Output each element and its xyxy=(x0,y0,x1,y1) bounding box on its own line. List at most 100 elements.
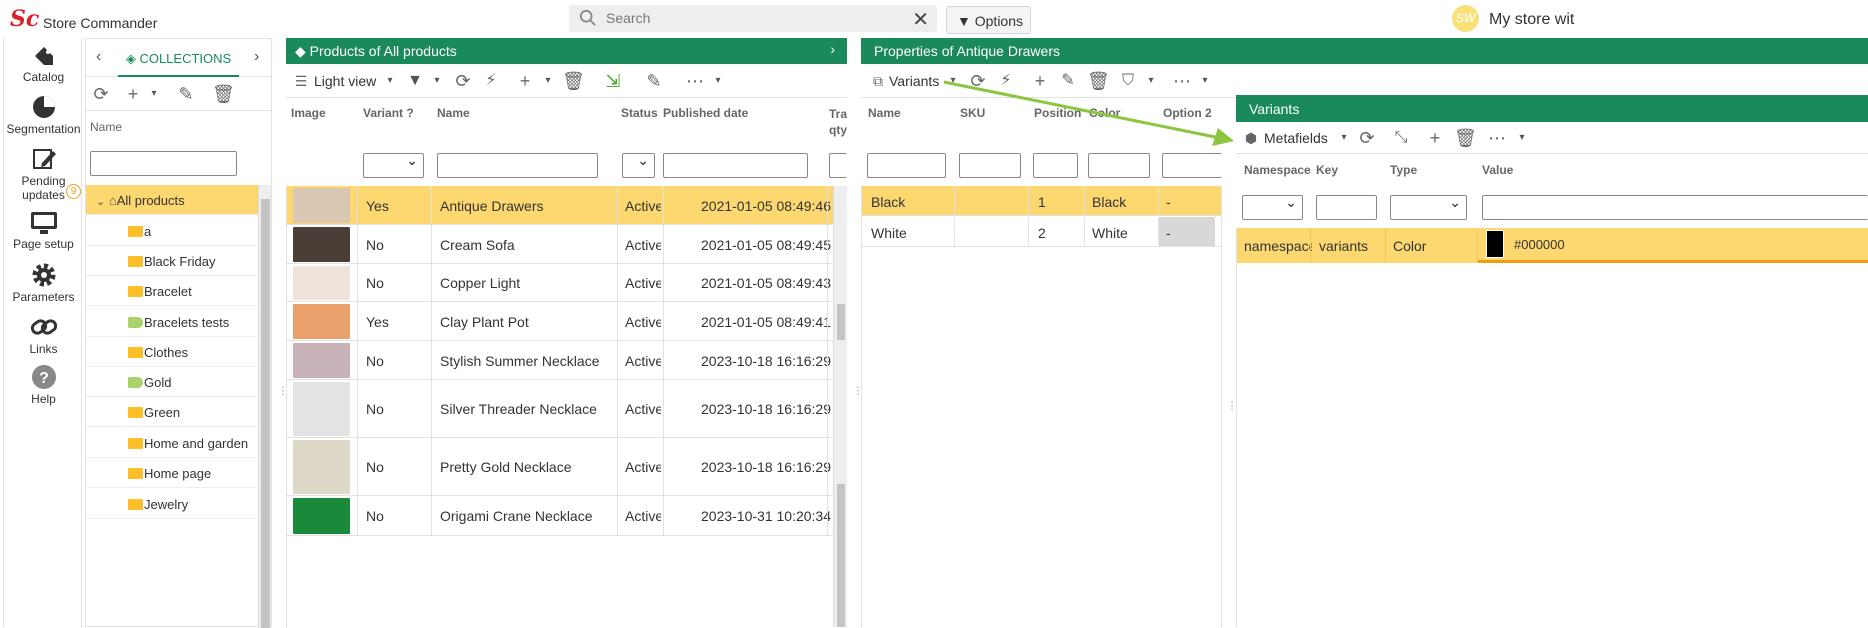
tree-item[interactable]: Green xyxy=(86,397,258,427)
table-row[interactable]: Yes Antique Drawers Active 2021-01-05 08:49… xyxy=(287,186,833,225)
more-dropdown-icon[interactable]: ▾ xyxy=(712,64,724,98)
table-row[interactable]: Yes Clay Plant Pot Active 2021-01-05 08:49:… xyxy=(287,302,833,341)
tree-item[interactable]: Home page xyxy=(86,458,258,488)
chevron-left-icon[interactable]: ‹ xyxy=(96,48,101,66)
name-filter-input[interactable] xyxy=(867,153,946,178)
products-scrollbar[interactable] xyxy=(833,186,847,627)
nav-links[interactable]: Links xyxy=(4,314,83,356)
tree-item[interactable]: Black Friday xyxy=(86,246,258,276)
collapse-icon[interactable]: ⤡ xyxy=(1390,122,1412,154)
chevron-right-icon[interactable]: › xyxy=(830,41,835,57)
table-row[interactable]: No Pretty Gold Necklace Active 2023-10-18 1… xyxy=(287,438,833,496)
search-box[interactable]: Search ✕ xyxy=(569,5,937,32)
color-swatch[interactable] xyxy=(1486,230,1504,258)
collection-filter-input[interactable] xyxy=(90,151,237,176)
view-dropdown-icon[interactable]: ▾ xyxy=(384,64,396,98)
table-row[interactable]: No Silver Threader Necklace Active 2023-10-… xyxy=(287,380,833,438)
tab-collections[interactable]: ◈ COLLECTIONS xyxy=(118,39,239,77)
clear-search-icon[interactable]: ✕ xyxy=(912,7,929,32)
store-name[interactable]: My store wit xyxy=(1489,11,1574,29)
lightning-icon[interactable]: ⚡ xyxy=(480,64,502,98)
column-header-variant[interactable]: Variant ? xyxy=(363,106,414,120)
refresh-icon[interactable]: ⟳ xyxy=(1356,122,1378,154)
filter-icon[interactable]: ▼ xyxy=(404,64,426,98)
column-header-status[interactable]: Status xyxy=(621,106,658,120)
table-row[interactable]: No Copper Light Active 2021-01-05 08:49:43 xyxy=(287,264,833,302)
table-row[interactable]: White 2 White - xyxy=(862,217,1221,247)
resize-handle[interactable]: ⋮ xyxy=(1227,402,1237,412)
tree-item[interactable]: Jewelry xyxy=(86,489,258,519)
chevron-right-icon[interactable]: › xyxy=(254,48,259,66)
product-thumbnail[interactable] xyxy=(293,227,350,262)
table-row[interactable]: No Origami Crane Necklace Active 2023-10-31… xyxy=(287,496,833,536)
list-view-icon[interactable]: ☰ xyxy=(292,64,310,98)
filter-dropdown-icon[interactable]: ▾ xyxy=(431,64,443,98)
table-row[interactable]: No Stylish Summer Necklace Active 2023-10-1… xyxy=(287,341,833,380)
scrollbar-thumb[interactable] xyxy=(837,304,845,340)
trash-icon[interactable]: 🗑 xyxy=(1454,122,1477,154)
tree-item[interactable]: Clothes xyxy=(86,337,258,367)
add-icon[interactable]: + xyxy=(122,77,144,111)
product-thumbnail[interactable] xyxy=(293,266,350,300)
tree-item[interactable]: Gold xyxy=(86,367,258,397)
table-row[interactable]: No Cream Sofa Active 2021-01-05 08:49:45 xyxy=(287,225,833,264)
variant-filter-select[interactable] xyxy=(363,152,424,178)
table-row[interactable]: namespace variants Color #000000 xyxy=(1237,228,1868,263)
tree-item-all-products[interactable]: ⌄ ⌂All products xyxy=(86,185,258,215)
shopify-edit-icon[interactable]: ✎ xyxy=(641,64,667,98)
trash-icon[interactable]: 🗑 xyxy=(562,64,585,98)
more-icon[interactable]: ⋯ xyxy=(1486,122,1508,154)
tra-qty-filter-input[interactable] xyxy=(829,153,847,178)
table-row[interactable]: Black 1 Black - xyxy=(862,186,1221,216)
scrollbar-thumb[interactable] xyxy=(837,484,845,627)
namespace-filter-select[interactable] xyxy=(1242,194,1303,220)
add-icon[interactable]: + xyxy=(1424,122,1446,154)
column-header-name[interactable]: Name xyxy=(868,106,901,120)
column-header-name[interactable]: Name xyxy=(437,106,470,120)
search-input[interactable]: Search xyxy=(606,10,650,26)
option2-filter-input[interactable] xyxy=(1162,153,1222,178)
view-selector[interactable]: Light view xyxy=(314,64,384,98)
product-thumbnail[interactable] xyxy=(293,382,350,436)
product-thumbnail[interactable] xyxy=(293,498,350,534)
product-thumbnail[interactable] xyxy=(293,304,350,339)
nav-segmentation[interactable]: Segmentation xyxy=(4,94,83,136)
column-header-tra-qty[interactable]: Tra qty xyxy=(829,106,847,138)
nav-parameters[interactable]: Parameters xyxy=(4,262,83,304)
shopify-export-icon[interactable]: ⇲ xyxy=(600,64,626,98)
color-filter-input[interactable] xyxy=(1088,153,1150,178)
shapes-icon[interactable]: ⬢ xyxy=(1242,122,1260,154)
nav-catalog[interactable]: Catalog xyxy=(4,44,83,84)
more-icon[interactable]: ⋯ xyxy=(684,64,706,98)
type-filter-select[interactable] xyxy=(1390,194,1467,220)
tree-item[interactable]: Bracelet xyxy=(86,276,258,306)
product-thumbnail[interactable] xyxy=(293,440,350,494)
avatar[interactable]: SW xyxy=(1452,5,1479,32)
refresh-icon[interactable]: ⟳ xyxy=(452,64,474,98)
add-dropdown-icon[interactable]: ▾ xyxy=(148,77,160,111)
resize-handle[interactable]: ⋮ xyxy=(853,387,863,397)
trash-icon[interactable]: 🗑 xyxy=(212,77,235,111)
value-cell[interactable]: #000000 xyxy=(1478,228,1868,263)
app-logo[interactable]: Sc xyxy=(10,6,39,32)
column-header-value[interactable]: Value xyxy=(1482,163,1513,177)
column-header-published-date[interactable]: Published date xyxy=(663,106,748,120)
resize-handle[interactable]: ⋮ xyxy=(278,387,288,397)
tree-item[interactable]: Home and garden xyxy=(86,428,258,458)
sku-filter-input[interactable] xyxy=(959,153,1021,178)
product-thumbnail[interactable] xyxy=(293,343,350,378)
name-filter-input[interactable] xyxy=(437,153,598,178)
tree-item[interactable]: a xyxy=(86,216,258,246)
shopify-edit-icon[interactable]: ✎ xyxy=(174,77,198,111)
refresh-icon[interactable]: ⟳ xyxy=(90,77,112,111)
nav-page-setup[interactable]: Page setup xyxy=(4,211,83,251)
chevron-down-icon[interactable]: ⌄ xyxy=(96,196,105,208)
column-header-namespace[interactable]: Namespace xyxy=(1244,163,1311,177)
published-filter-input[interactable] xyxy=(663,153,808,178)
add-icon[interactable]: + xyxy=(514,64,536,98)
column-header-image[interactable]: Image xyxy=(291,106,326,120)
more-dropdown-icon[interactable]: ▾ xyxy=(1516,122,1528,154)
mode-dropdown-icon[interactable]: ▾ xyxy=(1338,122,1350,154)
status-filter-select[interactable] xyxy=(622,152,655,178)
collection-scrollbar[interactable] xyxy=(258,185,271,628)
